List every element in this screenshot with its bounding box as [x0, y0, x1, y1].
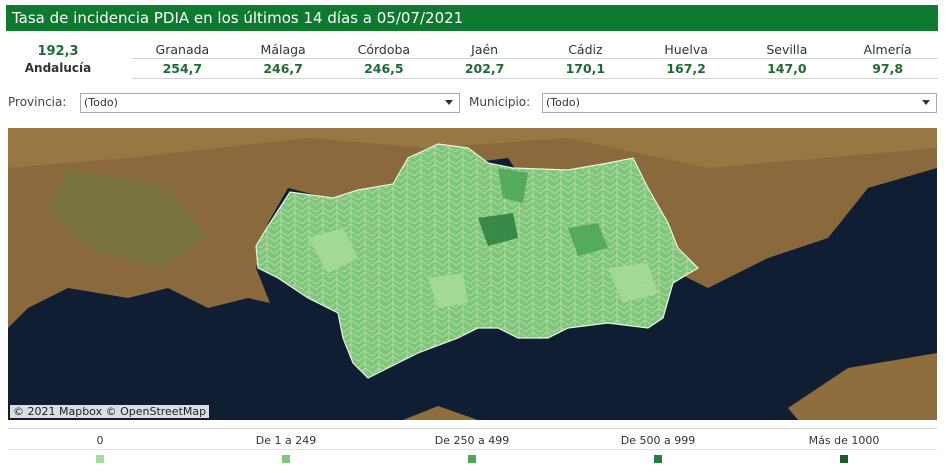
province-value: 246,5: [364, 61, 404, 76]
province-value: 254,7: [162, 61, 203, 76]
legend-swatch: [654, 455, 662, 463]
map-attribution[interactable]: © 2021 Mapbox © OpenStreetMap: [10, 405, 210, 418]
province-name[interactable]: Cádiz: [535, 41, 636, 58]
page-title: Tasa de incidencia PDIA en los últimos 1…: [6, 5, 938, 31]
chevron-down-icon[interactable]: [445, 100, 453, 105]
legend-item[interactable]: De 250 a 499: [412, 434, 532, 463]
chevron-down-icon[interactable]: [922, 100, 930, 105]
andalucia-value: 192,3: [37, 44, 79, 59]
provincia-select[interactable]: (Todo): [80, 93, 460, 113]
map-canvas[interactable]: [8, 128, 937, 420]
legend-label: 0: [96, 434, 104, 447]
province-name[interactable]: Huelva: [636, 41, 737, 58]
legend-swatch: [282, 455, 290, 463]
province-name[interactable]: Málaga: [233, 41, 334, 58]
legend-item[interactable]: De 1 a 249: [226, 434, 346, 463]
legend-label: Más de 1000: [808, 434, 880, 447]
province-value: 170,1: [565, 61, 606, 76]
provincia-select-value: (Todo): [84, 96, 118, 109]
province-value: 167,2: [666, 61, 706, 76]
legend-item[interactable]: De 500 a 999: [598, 434, 718, 463]
province-name[interactable]: Almería: [837, 41, 938, 58]
legend-item[interactable]: Más de 1000: [784, 434, 904, 463]
province-value: 97,8: [872, 61, 904, 76]
municipio-select-value: (Todo): [546, 96, 580, 109]
andalucia-label: Andalucía: [24, 61, 92, 75]
legend-label: De 500 a 999: [620, 434, 696, 447]
province-value: 246,7: [263, 61, 303, 76]
legend-swatch: [840, 455, 848, 463]
province-value: 147,0: [767, 61, 807, 76]
province-name[interactable]: Granada: [132, 41, 233, 58]
legend-swatch: [468, 455, 476, 463]
municipio-label: Municipio:: [469, 95, 531, 109]
andalucia-summary: 192,3 Andalucía: [14, 44, 102, 75]
provincia-label: Provincia:: [8, 95, 67, 109]
province-name[interactable]: Jaén: [434, 41, 535, 58]
legend-label: De 1 a 249: [255, 434, 317, 447]
incidence-map[interactable]: [8, 128, 937, 420]
province-name[interactable]: Sevilla: [737, 41, 838, 58]
province-value: 202,7: [464, 61, 505, 76]
legend-item[interactable]: 0: [40, 434, 160, 463]
legend: 0 De 1 a 249 De 250 a 499 De 500 a 999 M…: [8, 428, 937, 468]
province-table: Granada Málaga Córdoba Jaén Cádiz Huelva…: [132, 41, 938, 79]
legend-label: De 250 a 499: [434, 434, 510, 447]
legend-swatch: [96, 455, 104, 463]
province-name[interactable]: Córdoba: [334, 41, 435, 58]
municipio-select[interactable]: (Todo): [542, 93, 937, 113]
